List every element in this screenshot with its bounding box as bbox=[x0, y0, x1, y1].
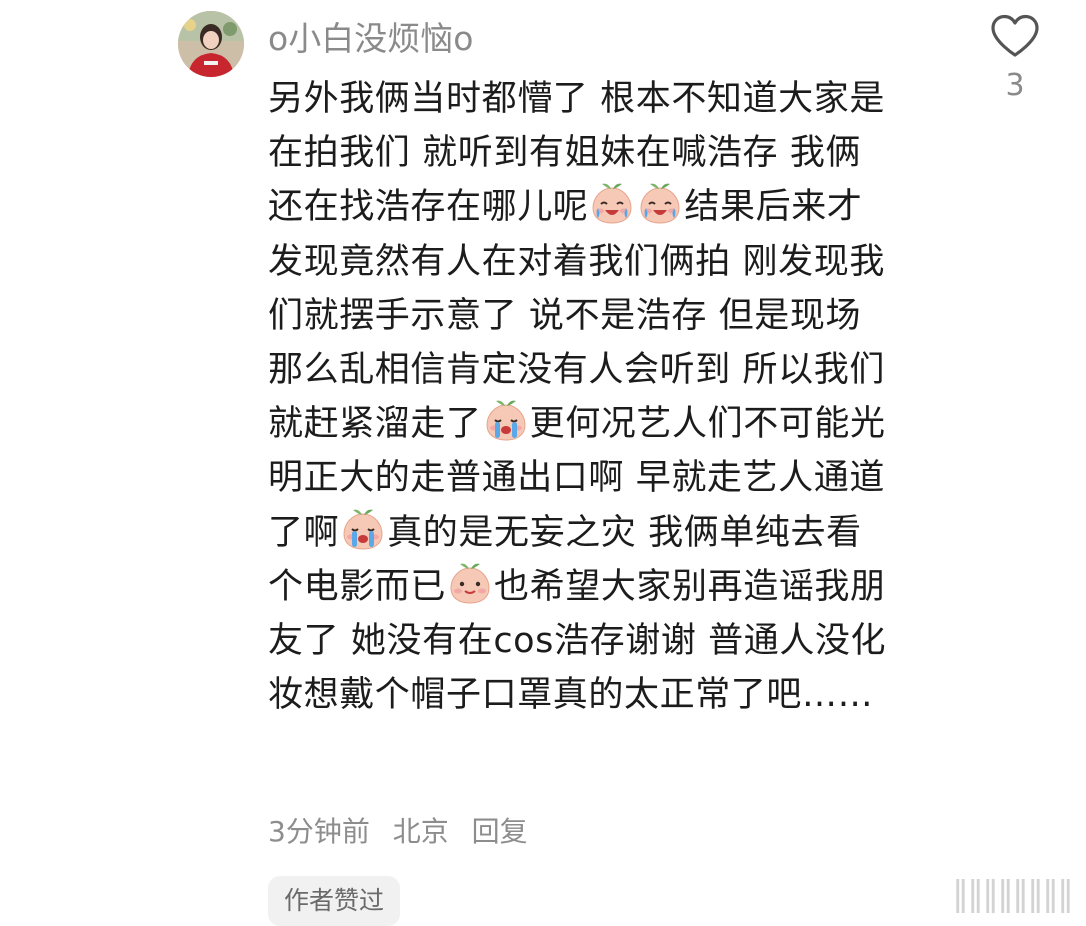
comment-text: 另外我俩当时都懵了 根本不知道大家是 在拍我们 就听到有姐妹在喊浩存 我俩 还在找浩… bbox=[268, 72, 958, 722]
comment-line: 发现竟然有人在对着我们俩拍 刚发现我 bbox=[268, 235, 958, 289]
crying-emoji bbox=[486, 400, 526, 441]
comment-text-segment: 在拍我们 就听到有姐妹在喊浩存 我俩 bbox=[268, 133, 862, 174]
comment-text-segment: 个电影而已 bbox=[268, 566, 447, 607]
comment-line: 在拍我们 就听到有姐妹在喊浩存 我俩 bbox=[268, 126, 958, 180]
like-count: 3 bbox=[1005, 68, 1025, 103]
comment-line: 了啊 真的是无妄之灾 我俩单纯去看 bbox=[268, 506, 958, 560]
comment-line: 友了 她没有在cos浩存谢谢 普通人没化 bbox=[268, 614, 958, 668]
comment-meta: 3分钟前 北京 回复 bbox=[268, 812, 542, 852]
comment-text-segment: 就赶紧溜走了 bbox=[268, 404, 482, 445]
comment-line: 那么乱相信肯定没有人会听到 所以我们 bbox=[268, 343, 958, 397]
comment-text-segment: 友了 她没有在cos浩存谢谢 普通人没化 bbox=[268, 620, 887, 661]
comment-text-segment: 发现竟然有人在对着我们俩拍 刚发现我 bbox=[268, 241, 885, 282]
comment-line: 还在找浩存在哪儿呢 结果后来才 bbox=[268, 180, 958, 234]
comment-text-segment: 了啊 bbox=[268, 512, 340, 553]
comment-line: 妆想戴个帽子口罩真的太正常了吧…… bbox=[268, 668, 958, 722]
comment-text-segment: 真的是无妄之灾 我俩单纯去看 bbox=[387, 512, 862, 553]
avatar-image bbox=[178, 11, 244, 77]
comment-line: 就赶紧溜走了 更何况艺人们不可能光 bbox=[268, 397, 958, 451]
comment-text-segment: 也希望大家别再造谣我朋 bbox=[494, 566, 886, 607]
username[interactable]: o小白没烦恼o bbox=[268, 16, 473, 62]
comment-text-segment: 妆想戴个帽子口罩真的太正常了吧…… bbox=[268, 675, 874, 716]
comment-text-segment: 还在找浩存在哪儿呢 bbox=[268, 187, 589, 228]
like-button[interactable]: 3 bbox=[985, 14, 1045, 106]
comment-text-segment: 结果后来才 bbox=[684, 187, 863, 228]
laugh-cry-emoji bbox=[640, 184, 680, 224]
comment-line: 另外我俩当时都懵了 根本不知道大家是 bbox=[268, 72, 958, 126]
comment-line: 们就摆手示意了 说不是浩存 但是现场 bbox=[268, 289, 958, 343]
crying-emoji bbox=[343, 509, 383, 550]
comment-location: 北京 bbox=[392, 815, 449, 848]
comment-line: 明正大的走普通出口啊 早就走艺人通道 bbox=[268, 451, 958, 505]
comment-time: 3分钟前 bbox=[268, 815, 370, 848]
comment-line: 个电影而已 也希望大家别再造谣我朋 bbox=[268, 560, 958, 614]
laugh-cry-emoji bbox=[592, 184, 632, 224]
watermark: ‖‖‖‖‖‖‖‖ bbox=[952, 874, 1074, 914]
reply-button[interactable]: 回复 bbox=[472, 815, 528, 848]
comment-text-segment: 明正大的走普通出口啊 早就走艺人通道 bbox=[268, 458, 885, 499]
comment-text-segment: 更何况艺人们不可能光 bbox=[529, 404, 886, 445]
comment-text-segment: 那么乱相信肯定没有人会听到 所以我们 bbox=[268, 349, 885, 390]
heart-outline-icon[interactable] bbox=[990, 14, 1040, 58]
avatar[interactable] bbox=[178, 11, 244, 77]
comment-text-segment: 们就摆手示意了 说不是浩存 但是现场 bbox=[268, 295, 862, 336]
smile-emoji bbox=[450, 563, 490, 604]
comment-text-segment: 另外我俩当时都懵了 根本不知道大家是 bbox=[268, 79, 885, 119]
